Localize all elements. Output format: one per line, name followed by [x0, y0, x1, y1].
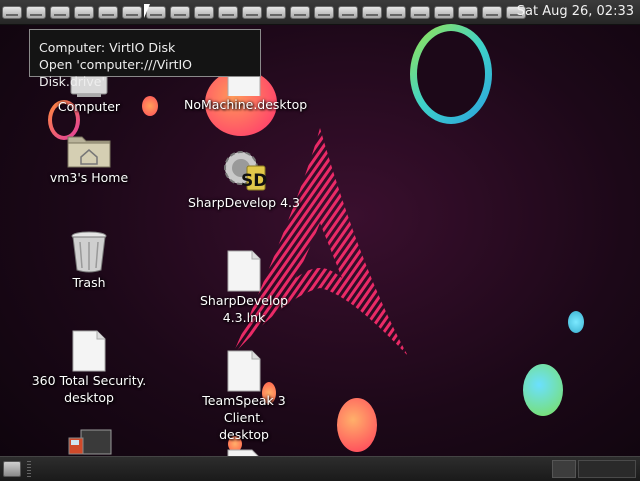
drive-launcher-list [0, 0, 526, 24]
drive-launcher-icon[interactable] [458, 5, 478, 19]
desktop-icon-teamspeak[interactable]: TeamSpeak 3 Client. desktop [184, 350, 304, 443]
desktop-icon-home[interactable]: vm3's Home [29, 131, 149, 186]
icon-label-sharpdevelop-lnk: SharpDevelop 4.3.lnk [199, 293, 289, 325]
mouse-cursor-icon [143, 3, 151, 19]
home-folder-icon [67, 136, 111, 168]
drive-launcher-icon[interactable] [314, 5, 334, 19]
wallpaper-blob [523, 364, 563, 416]
sd-badge: SD [241, 171, 267, 191]
drive-launcher-icon[interactable] [410, 5, 430, 19]
desktop-icon-truck[interactable] [29, 428, 149, 456]
desktop-icon-trash[interactable]: Trash [29, 230, 149, 291]
tooltip-action: Open 'computer:///VirtIO Disk.drive' [39, 57, 193, 89]
sharpdevelop-icon: SD [224, 151, 267, 191]
icon-label-teamspeak-line2: desktop [219, 427, 269, 442]
workspace-switcher-2[interactable] [578, 460, 636, 478]
desktop-file-icon [72, 330, 106, 372]
desktop-icon-sharpdevelop-lnk[interactable]: SharpDevelop 4.3.lnk [184, 250, 304, 326]
drive-launcher-icon[interactable] [26, 5, 46, 19]
wallpaper-ring [410, 24, 492, 124]
drive-launcher-icon[interactable] [338, 5, 358, 19]
drive-launcher-icon[interactable] [74, 5, 94, 19]
desktop-file-icon [227, 449, 259, 456]
drive-launcher-icon[interactable] [482, 5, 502, 19]
drive-launcher-icon[interactable] [170, 5, 190, 19]
desktop-file-icon [227, 350, 261, 392]
drive-launcher-icon[interactable] [242, 5, 262, 19]
drive-launcher-icon[interactable] [98, 5, 118, 19]
desktop-icon-sharpdevelop[interactable]: SD SharpDevelop 4.3 [184, 148, 304, 211]
desktop-icon-360-security[interactable]: 360 Total Security. desktop [29, 330, 149, 406]
icon-label-trash: Trash [72, 275, 106, 290]
wallpaper-blob [568, 311, 584, 333]
tooltip-title: Computer: VirtIO Disk [39, 40, 176, 55]
icon-label-teamspeak-line1: TeamSpeak 3 Client. [202, 393, 286, 425]
bottom-panel [0, 456, 640, 481]
drive-launcher-icon[interactable] [386, 5, 406, 19]
icon-label-computer: Computer [57, 99, 121, 114]
workspace-switcher-1[interactable] [552, 460, 576, 478]
show-desktop-button[interactable] [3, 461, 21, 477]
drive-launcher-icon[interactable] [434, 5, 454, 19]
top-panel: Sat Aug 26, 02:33 [0, 0, 640, 25]
wallpaper-blob [337, 398, 377, 452]
icon-label-nomachine: NoMachine.desktop [184, 97, 308, 112]
icon-label-home: vm3's Home [49, 170, 129, 185]
drive-launcher-icon[interactable] [290, 5, 310, 19]
drive-launcher-icon[interactable] [50, 5, 70, 19]
icon-label-sharpdevelop: SharpDevelop 4.3 [188, 195, 300, 210]
drive-launcher-icon[interactable] [362, 5, 382, 19]
panel-grip-handle[interactable] [27, 461, 31, 477]
drive-launcher-icon[interactable] [266, 5, 286, 19]
clock[interactable]: Sat Aug 26, 02:33 [517, 4, 634, 19]
desktop-icon-partial[interactable] [184, 446, 304, 456]
drive-tooltip: Computer: VirtIO Disk Open 'computer:///… [29, 29, 261, 89]
drive-launcher-icon[interactable] [218, 5, 238, 19]
trash-icon [71, 231, 107, 273]
desktop-file-icon [227, 250, 261, 292]
truck-app-icon [68, 429, 112, 455]
drive-launcher-icon[interactable] [2, 5, 22, 19]
icon-label-360-line1: 360 Total Security. [31, 373, 147, 388]
drive-launcher-icon[interactable] [122, 5, 142, 19]
drive-launcher-icon[interactable] [194, 5, 214, 19]
icon-label-360-line2: desktop [64, 390, 114, 405]
